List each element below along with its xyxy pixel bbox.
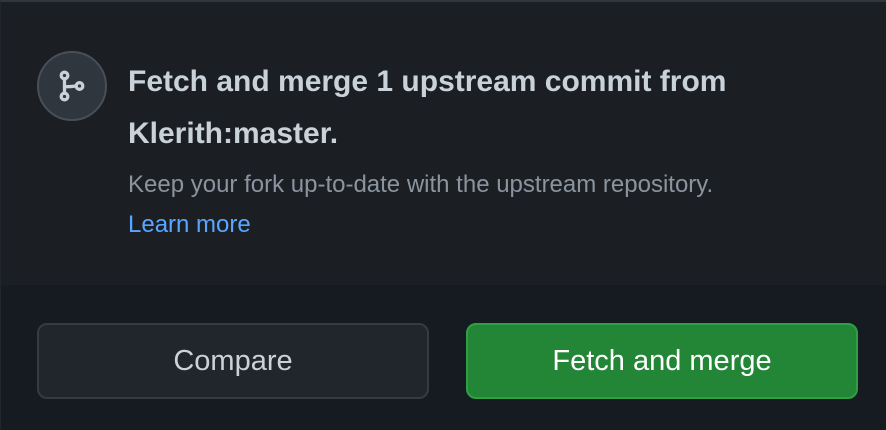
popover-header: Fetch and merge 1 upstream commit from K… xyxy=(1,2,886,285)
branch-icon-badge xyxy=(37,51,107,121)
sync-title: Fetch and merge 1 upstream commit from K… xyxy=(128,65,727,150)
fetch-and-merge-button[interactable]: Fetch and merge xyxy=(466,323,858,399)
sync-fork-popover: Fetch and merge 1 upstream commit from K… xyxy=(0,0,886,430)
popover-actions: Compare Fetch and merge xyxy=(1,285,886,430)
git-branch-icon xyxy=(59,70,85,102)
learn-more-link[interactable]: Learn more xyxy=(128,206,251,244)
sync-description: Keep your fork up-to-date with the upstr… xyxy=(128,171,714,198)
compare-button[interactable]: Compare xyxy=(37,323,429,399)
